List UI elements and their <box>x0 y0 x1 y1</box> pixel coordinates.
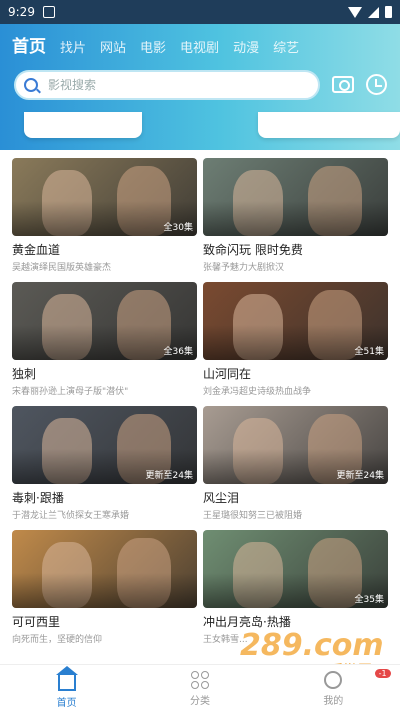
user-icon <box>324 670 343 689</box>
notification-badge: -1 <box>374 669 391 678</box>
nav-home-label: 首页 <box>56 697 77 709</box>
video-subtitle: 吴越演绎民国版英雄豪杰 <box>12 263 112 273</box>
episode-badge: 更新至24集 <box>336 471 384 481</box>
notification-icon <box>42 6 55 18</box>
video-title[interactable]: 致命闪玩 限时免费 <box>203 241 388 258</box>
tab-sites[interactable]: 网站 <box>100 37 126 56</box>
video-title[interactable]: 可可西里 <box>12 613 197 630</box>
video-title[interactable]: 毒刺·跟播 <box>12 489 197 506</box>
history-icon[interactable] <box>366 74 387 95</box>
poster-shade <box>203 158 388 236</box>
video-subtitle: 宋春丽孙逊上演母子版"潜伏" <box>12 387 129 397</box>
video-poster[interactable]: 全35集 <box>203 530 388 608</box>
video-subtitle: 于潜龙让兰飞侦探女王寒承婚 <box>12 511 130 521</box>
poster-shade <box>12 530 197 608</box>
nav-mine[interactable]: -1 我的 <box>267 665 400 712</box>
nav-home[interactable]: 首页 <box>0 665 133 712</box>
episode-badge: 全36集 <box>163 347 193 357</box>
wifi-icon <box>348 6 362 18</box>
episode-badge: 更新至24集 <box>145 471 193 481</box>
video-subtitle: 王星璐很知努三已被阻婚 <box>203 511 303 521</box>
banner-card-strip <box>0 112 400 142</box>
video-card[interactable]: 更新至24集毒刺·跟播于潜龙让兰飞侦探女王寒承婚 <box>12 406 197 524</box>
status-time: 9:29 <box>8 5 35 19</box>
search-input[interactable] <box>48 78 288 92</box>
video-title[interactable]: 黄金血道 <box>12 241 197 258</box>
tab-variety[interactable]: 综艺 <box>273 37 299 56</box>
category-icon <box>190 670 209 689</box>
video-subtitle: 向死而生，坚硬的信仰 <box>12 635 103 645</box>
watermark-logo: 289.com <box>240 628 384 663</box>
bottom-nav: 首页 分类 -1 我的 <box>0 664 400 712</box>
video-card[interactable]: 全30集黄金血道吴越演绎民国版英雄豪杰 <box>12 158 197 276</box>
video-grid: 全30集 黄金血道 吴越演绎民国版英雄豪杰 致命闪玩 限时免费 张馨予魅力大剧掀汉 全36… <box>12 158 388 648</box>
episode-badge: 全30集 <box>163 223 193 233</box>
video-poster[interactable]: 全36集 <box>12 282 197 360</box>
video-poster[interactable]: 更新至24集 <box>203 406 388 484</box>
video-subtitle: 张馨予魅力大剧掀汉 <box>203 263 285 273</box>
banner-card-right[interactable] <box>258 112 400 138</box>
video-poster[interactable]: 更新至24集 <box>12 406 197 484</box>
video-poster[interactable]: 全51集 <box>203 282 388 360</box>
battery-icon <box>385 6 392 18</box>
nav-category-label: 分类 <box>189 695 210 707</box>
video-card[interactable]: 可可西里向死而生，坚硬的信仰 <box>12 530 197 648</box>
nav-mine-label: 我的 <box>323 695 344 707</box>
status-bar: 9:29 <box>0 0 400 24</box>
tab-find[interactable]: 找片 <box>60 37 86 56</box>
tab-tv[interactable]: 电视剧 <box>180 37 219 56</box>
signal-icon <box>368 6 379 18</box>
status-icons <box>348 6 392 18</box>
search-icon <box>24 78 38 92</box>
tab-movies[interactable]: 电影 <box>140 37 166 56</box>
home-icon <box>55 665 78 691</box>
video-card[interactable]: 全51集山河同在刘金承冯超史诗级热血战争 <box>203 282 388 400</box>
video-card[interactable]: 全36集独刺宋春丽孙逊上演母子版"潜伏" <box>12 282 197 400</box>
search-bar[interactable] <box>14 70 320 100</box>
category-tabs: 首页 找片 网站 电影 电视剧 动漫 综艺 <box>12 32 299 58</box>
banner-card-left[interactable] <box>24 112 142 138</box>
tab-anime[interactable]: 动漫 <box>233 37 259 56</box>
video-card[interactable]: 更新至24集风尘泪王星璐很知努三已被阻婚 <box>203 406 388 524</box>
camera-icon[interactable] <box>332 76 354 93</box>
episode-badge: 全51集 <box>354 347 384 357</box>
video-title[interactable]: 独刺 <box>12 365 197 382</box>
video-poster[interactable]: 全30集 <box>12 158 197 236</box>
video-poster[interactable] <box>12 530 197 608</box>
video-card[interactable]: 致命闪玩 限时免费张馨予魅力大剧掀汉 <box>203 158 388 276</box>
nav-category[interactable]: 分类 <box>133 665 266 712</box>
video-subtitle: 刘金承冯超史诗级热血战争 <box>203 387 312 397</box>
episode-badge: 全35集 <box>354 595 384 605</box>
video-poster[interactable] <box>203 158 388 236</box>
tab-home[interactable]: 首页 <box>12 32 46 57</box>
video-title[interactable]: 山河同在 <box>203 365 388 382</box>
video-title[interactable]: 风尘泪 <box>203 489 388 506</box>
